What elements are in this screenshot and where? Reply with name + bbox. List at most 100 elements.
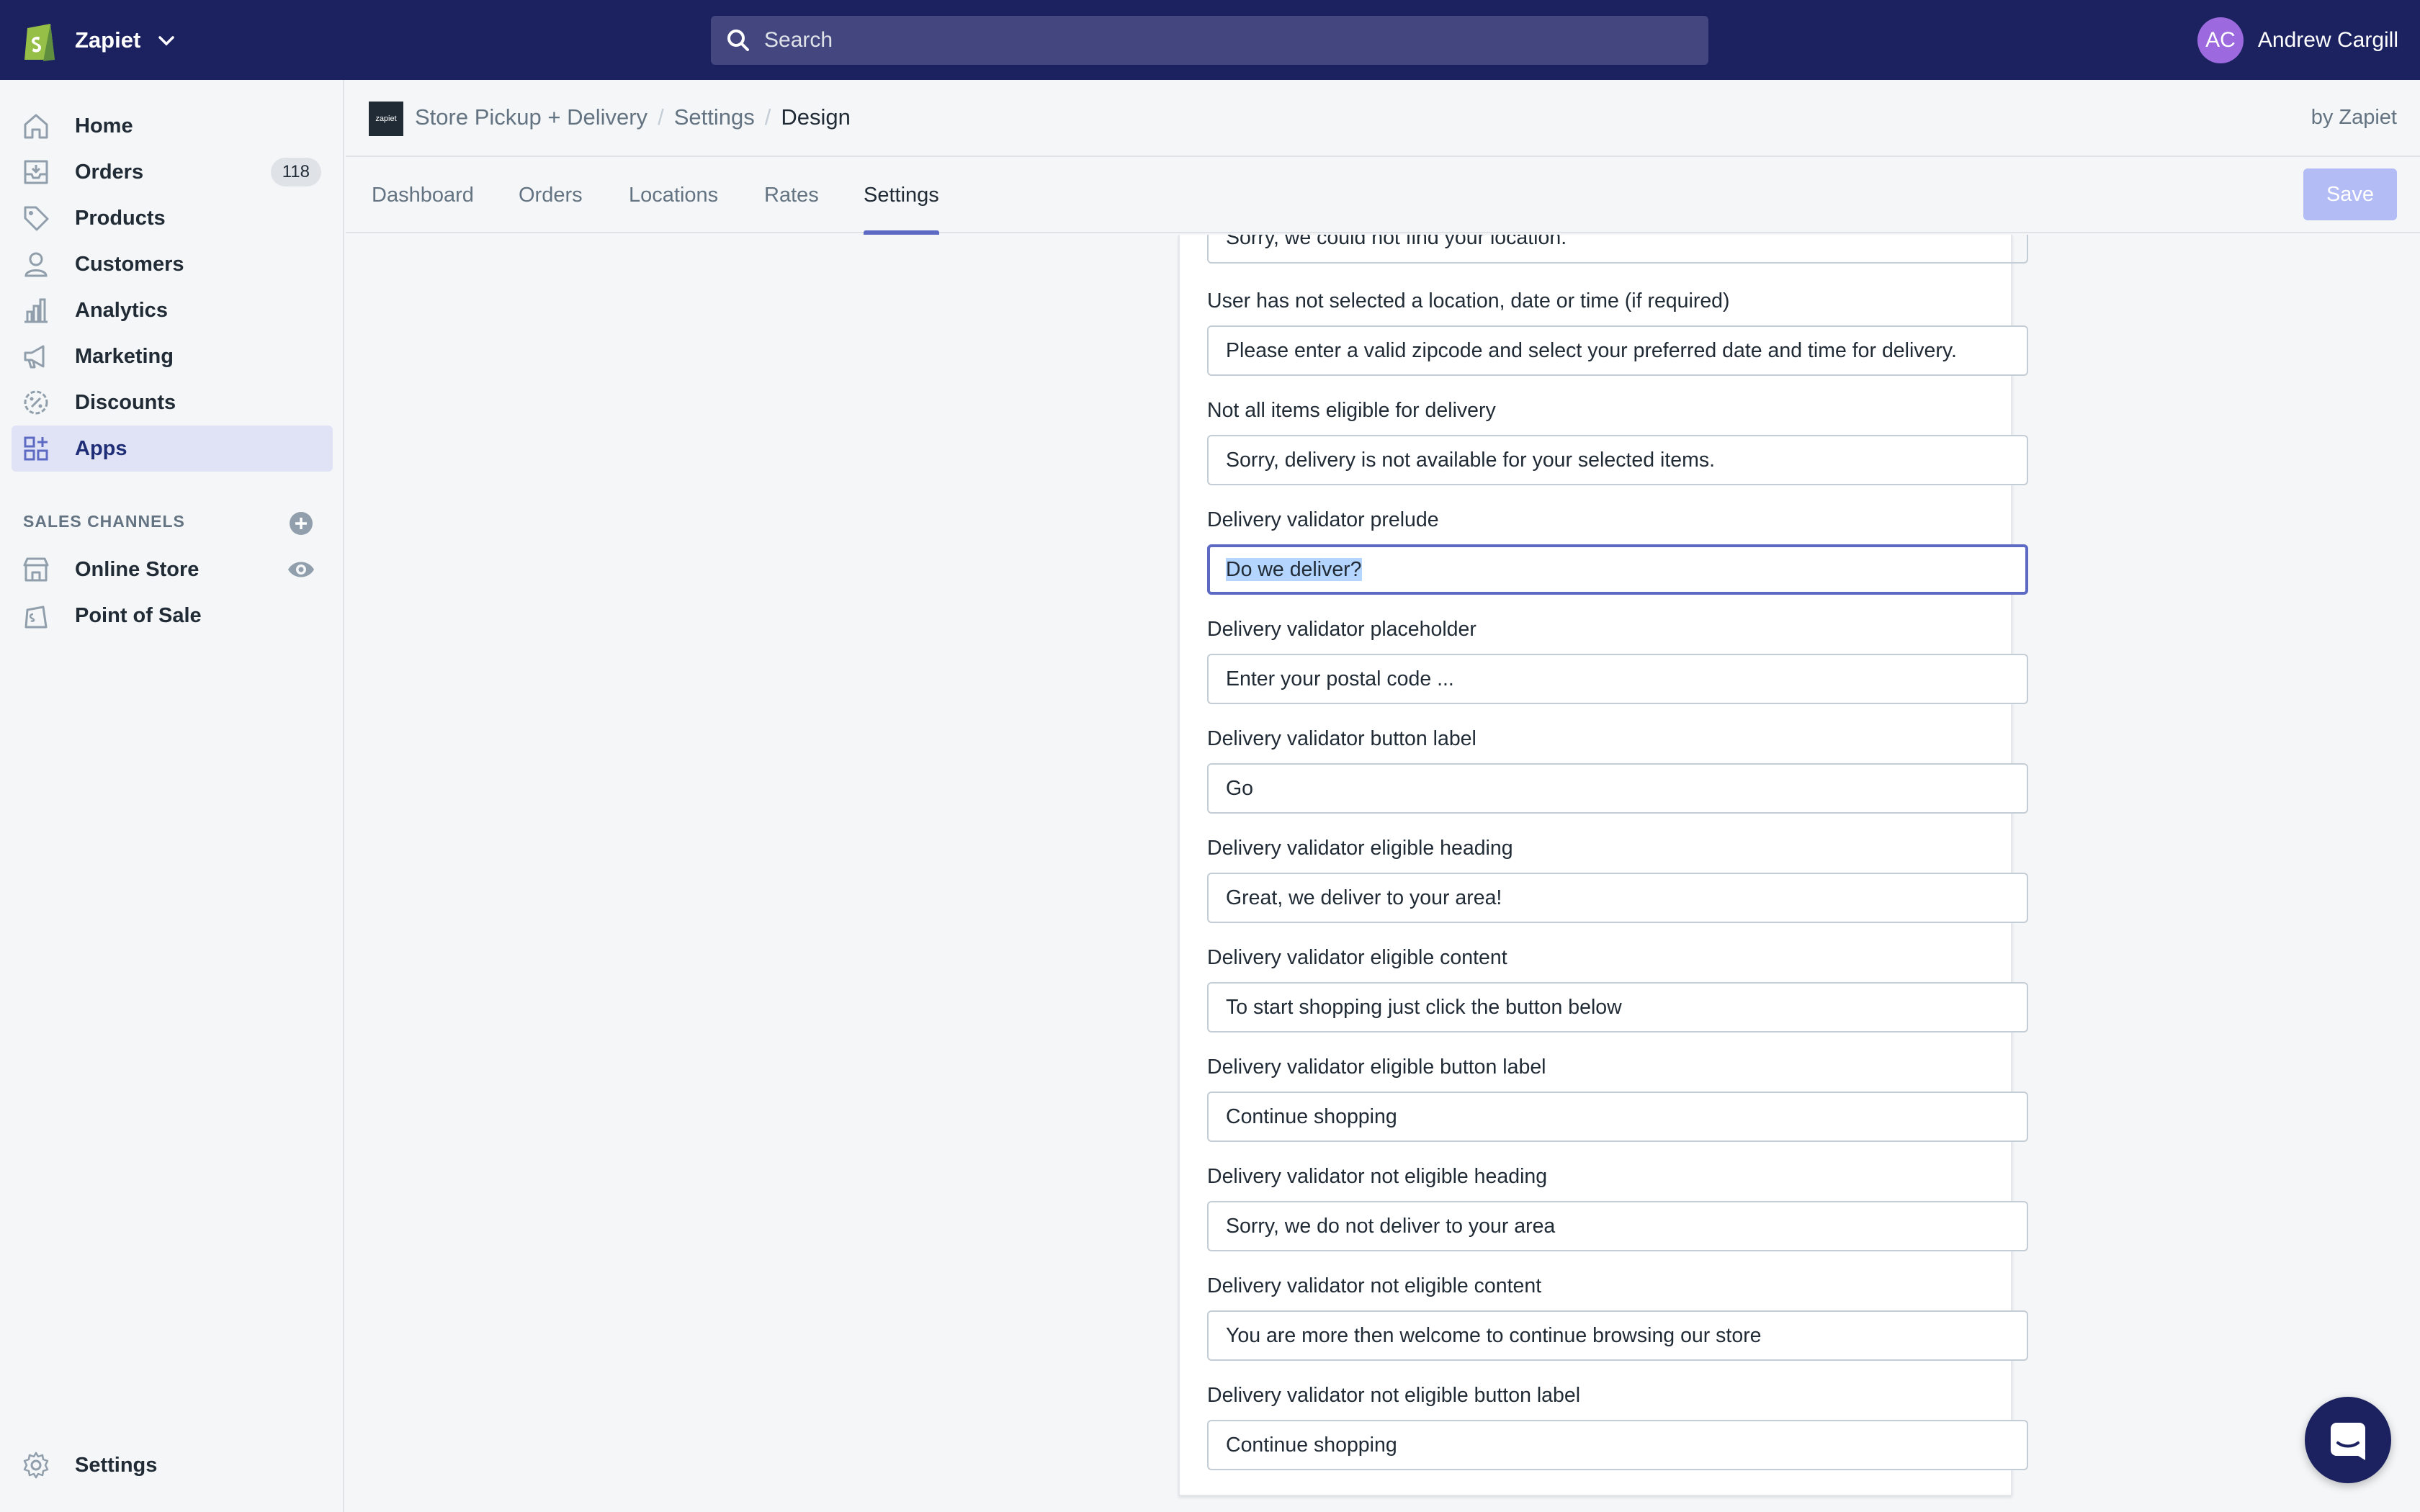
store-icon (23, 557, 49, 582)
field-label: Delivery validator placeholder (1207, 618, 1476, 641)
field-not-all-eligible: Not all items eligible for delivery Sorr… (1207, 396, 2028, 485)
validator-placeholder-input[interactable]: Enter your postal code ... (1207, 654, 2028, 704)
sidebar-item-label: Marketing (75, 344, 174, 368)
search-icon (727, 30, 749, 51)
app-logo: zapiet (369, 102, 403, 136)
field-label: Delivery validator not eligible button l… (1207, 1384, 1581, 1407)
sidebar-item-label: Online Store (75, 557, 200, 581)
tab-settings[interactable]: Settings (864, 157, 939, 235)
store-switcher[interactable]: Zapiet (22, 17, 176, 63)
sidebar-item-label: Point of Sale (75, 603, 202, 627)
tag-icon (24, 206, 49, 231)
sidebar-item-label: Discounts (75, 390, 176, 414)
field-validator-prelude: Delivery validator prelude Do we deliver… (1207, 505, 2028, 595)
sidebar-item-home[interactable]: Home (12, 103, 333, 149)
tabs-bar: Dashboard Orders Locations Rates Setting… (346, 157, 2420, 235)
field-label: Delivery validator eligible heading (1207, 837, 1513, 860)
sidebar-item-analytics[interactable]: Analytics (12, 287, 333, 333)
sidebar-item-marketing[interactable]: Marketing (12, 333, 333, 379)
sidebar-item-settings[interactable]: Settings (12, 1442, 333, 1488)
eye-icon[interactable] (287, 557, 315, 582)
sidebar-item-label: Analytics (75, 298, 168, 322)
field-label: Delivery validator eligible content (1207, 946, 1507, 969)
settings-card: Sorry, we could not find your location. … (1178, 235, 2028, 1496)
tab-dashboard[interactable]: Dashboard (372, 157, 474, 233)
breadcrumb-app[interactable]: Store Pickup + Delivery (415, 104, 647, 130)
field-label: Not all items eligible for delivery (1207, 399, 1496, 422)
discount-icon (24, 390, 48, 415)
avatar: AC (2197, 17, 2244, 63)
add-channel-icon[interactable] (288, 510, 314, 536)
sidebar-item-label: Orders (75, 160, 144, 184)
sidebar-item-label: Home (75, 114, 133, 138)
breadcrumb-separator: / (764, 104, 771, 130)
home-icon (24, 114, 48, 139)
selected-text: Do we deliver? (1226, 558, 1362, 581)
chevron-down-icon (158, 36, 175, 46)
gear-icon (23, 1452, 49, 1479)
sidebar-item-label: Settings (75, 1453, 158, 1477)
field-not-eligible-heading: Delivery validator not eligible heading … (1207, 1162, 2028, 1251)
location-not-found-input[interactable]: Sorry, we could not find your location. (1207, 235, 2028, 264)
chat-icon (2331, 1423, 2365, 1460)
sidebar-item-apps[interactable]: Apps (12, 426, 333, 472)
orders-count-badge: 118 (270, 158, 321, 186)
not-eligible-heading-input[interactable]: Sorry, we do not deliver to your area (1207, 1201, 2028, 1251)
field-not-eligible-content: Delivery validator not eligible content … (1207, 1272, 2028, 1361)
validator-button-label-input[interactable]: Go (1207, 763, 2028, 814)
sales-channels-heading: SALES CHANNELS (23, 512, 185, 531)
user-name: Andrew Cargill (2257, 28, 2398, 52)
not-eligible-content-input[interactable]: You are more then welcome to continue br… (1207, 1310, 2028, 1361)
field-eligible-heading: Delivery validator eligible heading Grea… (1207, 834, 2028, 923)
app-developer: by Zapiet (2311, 106, 2397, 129)
field-label: Delivery validator not eligible heading (1207, 1165, 1548, 1188)
user-menu[interactable]: AC Andrew Cargill (2197, 17, 2398, 63)
field-eligible-button-label: Delivery validator eligible button label… (1207, 1053, 2028, 1142)
sidebar-item-online-store[interactable]: Online Store (12, 546, 333, 593)
sidebar-item-orders[interactable]: Orders 118 (12, 149, 333, 195)
tab-locations[interactable]: Locations (629, 157, 718, 233)
field-validator-placeholder: Delivery validator placeholder Enter you… (1207, 615, 2028, 704)
sidebar-item-customers[interactable]: Customers (12, 241, 333, 287)
not-all-eligible-input[interactable]: Sorry, delivery is not available for you… (1207, 435, 2028, 485)
no-selection-input[interactable]: Please enter a valid zipcode and select … (1207, 325, 2028, 376)
pos-bag-icon (24, 606, 48, 629)
field-validator-button-label: Delivery validator button label Go (1207, 724, 2028, 814)
sidebar-item-label: Products (75, 206, 166, 230)
field-label: Delivery validator prelude (1207, 508, 1439, 531)
tab-rates[interactable]: Rates (764, 157, 819, 233)
eligible-heading-input[interactable]: Great, we deliver to your area! (1207, 873, 2028, 923)
breadcrumb-settings[interactable]: Settings (674, 104, 755, 130)
bar-chart-icon (24, 298, 48, 323)
breadcrumb-separator: / (658, 104, 664, 130)
eligible-button-label-input[interactable]: Continue shopping (1207, 1092, 2028, 1142)
tab-orders[interactable]: Orders (519, 157, 583, 233)
field-label: Delivery validator eligible button label (1207, 1056, 1546, 1079)
global-search (711, 16, 1708, 65)
megaphone-icon (24, 345, 45, 369)
field-no-selection: User has not selected a location, date o… (1207, 287, 2028, 376)
search-input[interactable] (764, 28, 1628, 53)
breadcrumb: Store Pickup + Delivery / Settings / Des… (415, 104, 851, 130)
chat-launcher-button[interactable] (2305, 1397, 2391, 1483)
store-name: Zapiet (75, 27, 141, 53)
sidebar-item-label: Customers (75, 252, 184, 276)
sidebar-item-products[interactable]: Products (12, 195, 333, 241)
field-not-eligible-button-label: Delivery validator not eligible button l… (1207, 1381, 2028, 1470)
field-label: User has not selected a location, date o… (1207, 289, 1730, 312)
app-header: zapiet Store Pickup + Delivery / Setting… (346, 80, 2420, 157)
sidebar: Home Orders 118 Products Customers Analy… (0, 80, 344, 1512)
sidebar-item-point-of-sale[interactable]: Point of Sale (12, 593, 333, 639)
top-bar: Zapiet AC Andrew Cargill (0, 0, 2420, 80)
apps-icon (24, 436, 48, 461)
person-icon (24, 252, 48, 277)
shopify-logo-icon (24, 24, 55, 61)
orders-icon (24, 160, 48, 184)
field-label: Delivery validator button label (1207, 727, 1476, 750)
eligible-content-input[interactable]: To start shopping just click the button … (1207, 982, 2028, 1032)
validator-prelude-input[interactable]: Do we deliver? (1207, 544, 2028, 595)
sidebar-item-label: Apps (75, 436, 127, 460)
not-eligible-button-label-input[interactable]: Continue shopping (1207, 1420, 2028, 1470)
sidebar-item-discounts[interactable]: Discounts (12, 379, 333, 426)
save-button[interactable]: Save (2303, 168, 2397, 220)
